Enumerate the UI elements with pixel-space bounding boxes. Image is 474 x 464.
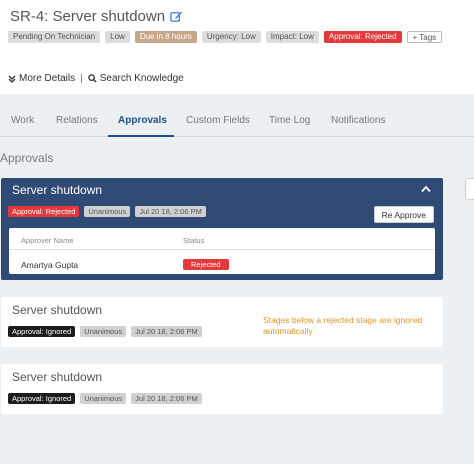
tab-notifications[interactable]: Notifications	[331, 115, 385, 126]
tab-work[interactable]: Work	[11, 115, 34, 126]
add-tags-button[interactable]: + Tags	[406, 31, 443, 43]
status-tag[interactable]: Pending On Technician	[8, 31, 101, 43]
approver-name-header: Approver Name	[21, 236, 74, 245]
approval-status-tag[interactable]: Approval: Rejected	[323, 31, 402, 43]
tab-time-log[interactable]: Time Log	[269, 115, 310, 126]
side-panel-handle[interactable]	[465, 178, 474, 200]
approval-stage-card[interactable]: Server shutdown Approval: Rejected Unani…	[1, 178, 443, 280]
urgency-tag[interactable]: Urgency: Low	[201, 31, 261, 43]
approver-name: Amartya Gupta	[21, 260, 79, 270]
approval-type-badge: Unanimous	[84, 206, 131, 217]
priority-tag[interactable]: Low	[105, 31, 130, 43]
approval-status-badge: Approval: Ignored	[8, 393, 76, 404]
stage-title: Server shutdown	[12, 183, 103, 197]
search-knowledge-link[interactable]: Search Knowledge	[100, 73, 184, 84]
stage-badges: Approval: Rejected Unanimous Jul 20 18, …	[8, 206, 211, 217]
due-tag[interactable]: Due in 8 hours	[134, 31, 197, 43]
stage-badges: Approval: Ignored Unanimous Jul 20 18, 2…	[8, 326, 207, 337]
re-approve-button[interactable]: Re Approve	[373, 206, 434, 223]
more-details-link[interactable]: More Details	[19, 73, 75, 84]
chevron-up-icon[interactable]	[421, 185, 431, 193]
tab-bar: Work Relations Approvals Custom Fields T…	[0, 107, 474, 137]
approval-stage-card[interactable]: Server shutdown Approval: Ignored Unanim…	[1, 297, 443, 347]
approver-status-badge: Rejected	[183, 259, 229, 270]
tab-approvals[interactable]: Approvals	[118, 115, 167, 126]
approval-type-badge: Unanimous	[80, 326, 127, 337]
approval-type-badge: Unanimous	[80, 393, 127, 404]
active-tab-indicator	[108, 135, 174, 137]
stage-title: Server shutdown	[12, 370, 103, 384]
approval-date-badge: Jul 20 18, 2:06 PM	[131, 326, 202, 337]
approval-date-badge: Jul 20 18, 2:06 PM	[135, 206, 206, 217]
tag-list: Pending On Technician Low Due in 8 hours…	[8, 31, 447, 43]
stage-badges: Approval: Ignored Unanimous Jul 20 18, 2…	[8, 393, 207, 404]
table-divider	[9, 249, 435, 250]
approval-date-badge: Jul 20 18, 2:06 PM	[131, 393, 202, 404]
impact-tag[interactable]: Impact: Low	[265, 31, 319, 43]
edit-icon[interactable]	[170, 10, 183, 23]
approver-table: Approver Name Status Amartya Gupta Rejec…	[9, 228, 435, 274]
link-separator: |	[80, 73, 83, 84]
search-icon	[87, 74, 97, 83]
tab-custom-fields[interactable]: Custom Fields	[186, 115, 250, 126]
request-header: SR-4: Server shutdown Pending On Technic…	[0, 0, 474, 94]
page-title: SR-4: Server shutdown	[10, 8, 166, 25]
approval-status-badge: Approval: Ignored	[8, 326, 76, 337]
ignored-stages-note: Stages below a rejected stage are ignore…	[263, 315, 423, 336]
detail-links: More Details | Search Knowledge	[8, 73, 184, 84]
approval-stage-card[interactable]: Server shutdown Approval: Ignored Unanim…	[1, 364, 443, 414]
tab-relations[interactable]: Relations	[56, 115, 98, 126]
title-row: SR-4: Server shutdown	[10, 8, 183, 25]
status-header: Status	[183, 236, 205, 245]
approval-status-badge: Approval: Rejected	[8, 206, 80, 217]
section-title: Approvals	[0, 151, 54, 165]
stage-title: Server shutdown	[12, 303, 103, 317]
double-chevron-down-icon	[8, 75, 16, 83]
